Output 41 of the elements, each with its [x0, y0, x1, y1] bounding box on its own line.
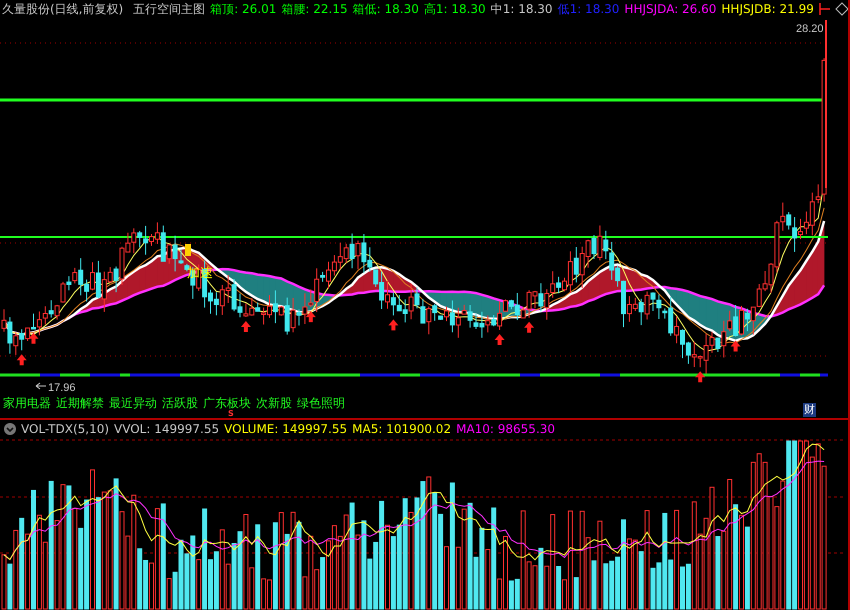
concept-tag[interactable]: 最近异动	[109, 396, 157, 410]
finance-badge[interactable]: 财	[803, 403, 816, 417]
low-price-pointer	[36, 382, 46, 390]
indicator-reading: HHJSJDA: 26.60	[624, 2, 716, 16]
up-arrow-icon	[306, 311, 316, 322]
up-arrow-icon	[240, 320, 251, 332]
indicator-reading: VVOL: 149997.55	[114, 422, 220, 436]
signal-mark: S	[228, 410, 234, 418]
dropdown-icon[interactable]	[4, 422, 16, 434]
high-price-label: 28.20	[796, 23, 824, 35]
up-arrow-icon	[16, 354, 27, 366]
indicator-reading: 箱顶: 26.01	[210, 0, 276, 18]
up-arrow-icon	[494, 334, 505, 345]
indicator-reading: 低1: 18.30	[558, 0, 620, 18]
indicator-reading: MA5: 101900.02	[352, 422, 452, 436]
indicator-reading: VOLUME: 149997.55	[224, 422, 348, 436]
indicator-reading: HHJSJDB: 21.99	[721, 2, 814, 16]
concept-tag[interactable]: 近期解禁	[56, 396, 104, 410]
concept-tag[interactable]: 广东板块	[203, 396, 251, 410]
stock-title: 久量股份(日线,前复权)	[2, 0, 124, 18]
up-arrow-icon	[524, 322, 534, 333]
up-arrow-icon	[388, 319, 398, 330]
up-arrow-icon	[730, 340, 741, 352]
indicator-name: 五行空间主图	[133, 0, 206, 18]
indicator-reading: MA10: 98655.30	[456, 422, 556, 436]
chart-annotation: 加速	[187, 266, 213, 281]
low-price-label: 17.96	[48, 382, 76, 394]
indicator-reading: 箱低: 18.30	[352, 0, 419, 18]
concept-tag[interactable]: 次新股	[256, 396, 292, 410]
indicator-reading: 箱腰: 22.15	[281, 0, 348, 18]
indicator-name: VOL-TDX(5,10)	[21, 422, 110, 436]
up-arrow-icon	[695, 371, 706, 382]
diamond-icon[interactable]	[834, 2, 848, 16]
indicator-reading: 中1: 18.30	[490, 0, 553, 18]
highlight-candle	[185, 244, 191, 256]
up-arrow-icon	[28, 332, 38, 344]
indicator-reading: 高1: 18.30	[424, 0, 486, 18]
concept-tag[interactable]: 活跃股	[162, 396, 198, 410]
pin-icon[interactable]	[818, 2, 831, 16]
concept-tag[interactable]: 家用电器	[3, 396, 51, 410]
concept-tag[interactable]: 绿色照明	[297, 396, 345, 410]
